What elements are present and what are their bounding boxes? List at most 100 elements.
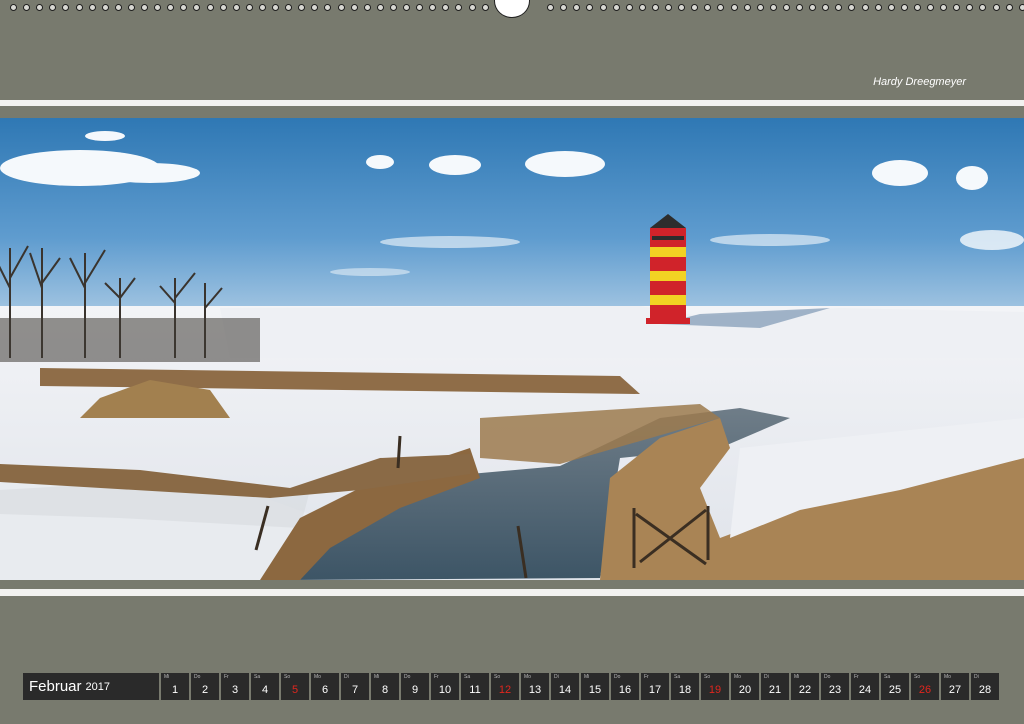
day-number: 8: [381, 684, 389, 696]
binding-ring: [75, 4, 83, 11]
binding-ring: [612, 4, 620, 11]
binding-ring: [455, 4, 463, 11]
day-cell: Di 14: [551, 673, 579, 700]
day-cell: Do 16: [611, 673, 639, 700]
photographer-credit: Hardy Dreegmeyer: [873, 76, 966, 88]
binding-ring: [717, 4, 725, 11]
binding-ring: [337, 4, 345, 11]
binding-ring: [638, 4, 646, 11]
day-number: 26: [918, 684, 932, 696]
binding-ring: [704, 4, 712, 11]
binding-ring: [940, 4, 948, 11]
weekday-label: Do: [404, 674, 411, 680]
day-number: 10: [438, 684, 452, 696]
day-cell: Fr 24: [851, 673, 879, 700]
binding-ring: [442, 4, 450, 11]
day-number: 3: [231, 684, 239, 696]
weekday-label: So: [914, 674, 921, 680]
day-cell: So 26: [911, 673, 939, 700]
day-cells: Mi 1 Do 2 Fr 3 Sa 4 So 5 Mo 6 Di 7 Mi 8 Do 9 Fr 10 Sa 11 So 12 M…: [161, 673, 999, 700]
weekday-label: Fr: [434, 674, 439, 680]
binding-ring: [1018, 4, 1024, 11]
day-cell: Fr 17: [641, 673, 669, 700]
day-number: 13: [528, 684, 542, 696]
binding-ring: [822, 4, 830, 11]
bottom-divider: [0, 589, 1024, 596]
day-number: 17: [648, 684, 662, 696]
weekday-label: Sa: [884, 674, 891, 680]
binding-ring: [586, 4, 594, 11]
calendar-photo: [0, 118, 1024, 580]
weekday-label: Mo: [734, 674, 741, 680]
binding-ring: [258, 4, 266, 11]
binding-ring: [193, 4, 201, 11]
binding-ring: [376, 4, 384, 11]
binding-ring: [992, 4, 1000, 11]
day-cell: Sa 18: [671, 673, 699, 700]
day-number: 11: [469, 684, 481, 696]
binding-ring: [285, 4, 293, 11]
day-number: 19: [708, 684, 722, 696]
day-cell: Do 2: [191, 673, 219, 700]
day-number: 20: [738, 684, 752, 696]
binding-ring: [809, 4, 817, 11]
binding-ring: [730, 4, 738, 11]
weekday-label: Di: [344, 674, 349, 680]
month-name: Februar: [29, 678, 82, 695]
binding-ring: [219, 4, 227, 11]
binding-ring: [114, 4, 122, 11]
binding-ring: [874, 4, 882, 11]
weekday-label: Sa: [464, 674, 471, 680]
binding-ring: [625, 4, 633, 11]
day-number: 15: [588, 684, 602, 696]
binding-ring: [547, 4, 555, 11]
day-cell: Di 21: [761, 673, 789, 700]
day-cell: Mo 27: [941, 673, 969, 700]
day-number: 21: [768, 684, 782, 696]
weekday-label: Di: [764, 674, 769, 680]
binding-ring: [756, 4, 764, 11]
binding-ring: [913, 4, 921, 11]
day-number: 28: [978, 684, 992, 696]
day-number: 12: [498, 684, 512, 696]
hanger-hole: [494, 0, 530, 18]
binding-ring: [468, 4, 476, 11]
spiral-binding: [0, 0, 1024, 20]
binding-ring: [206, 4, 214, 11]
binding-ring: [1005, 4, 1013, 11]
day-number: 16: [618, 684, 632, 696]
day-number: 22: [798, 684, 812, 696]
day-number: 18: [678, 684, 692, 696]
binding-ring: [403, 4, 410, 11]
binding-ring: [573, 4, 581, 11]
day-cell: Sa 4: [251, 673, 279, 700]
calendar-strip: Februar 2017 Mi 1 Do 2 Fr 3 Sa 4 So 5 Mo 6 Di 7 Mi 8 Do 9…: [23, 673, 999, 700]
binding-ring: [272, 4, 279, 11]
binding-ring: [49, 4, 57, 11]
binding-ring: [927, 4, 934, 11]
binding-ring: [966, 4, 974, 11]
weekday-label: Fr: [854, 674, 859, 680]
day-number: 25: [888, 684, 902, 696]
day-number: 23: [828, 684, 842, 696]
day-cell: Mi 22: [791, 673, 819, 700]
binding-ring: [180, 4, 188, 11]
weekday-label: Sa: [674, 674, 681, 680]
sky: [0, 118, 1024, 318]
binding-ring: [62, 4, 70, 11]
binding-ring: [311, 4, 319, 11]
day-cell: Di 28: [971, 673, 999, 700]
binding-ring: [782, 4, 790, 11]
weekday-label: Do: [824, 674, 831, 680]
binding-ring: [416, 4, 424, 11]
weekday-label: Mo: [524, 674, 531, 680]
weekday-label: Mo: [944, 674, 951, 680]
weekday-label: Fr: [644, 674, 649, 680]
day-number: 9: [411, 684, 419, 696]
weekday-label: Mi: [164, 674, 170, 680]
day-number: 27: [948, 684, 962, 696]
binding-ring: [167, 4, 175, 11]
binding-ring: [861, 4, 869, 11]
binding-ring: [10, 4, 17, 11]
day-cell: Di 7: [341, 673, 369, 700]
